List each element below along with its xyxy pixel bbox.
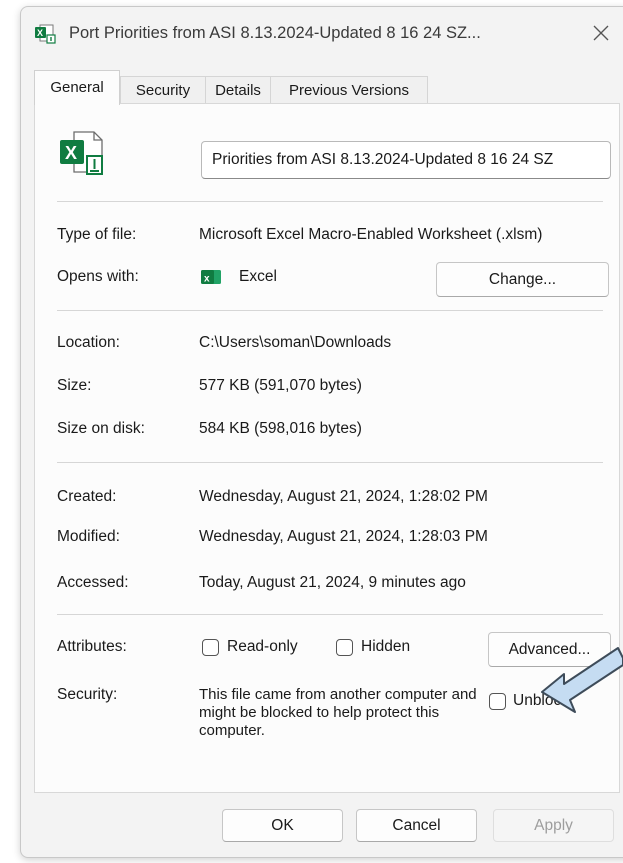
opens-with-label: Opens with: — [57, 268, 139, 285]
size-value: 577 KB (591,070 bytes) — [199, 377, 362, 394]
tab-details[interactable]: Details — [205, 76, 271, 104]
type-value: Microsoft Excel Macro-Enabled Worksheet … — [199, 226, 543, 243]
size-label: Size: — [57, 377, 92, 394]
created-label: Created: — [57, 488, 117, 505]
excel-file-icon: X — [35, 24, 56, 44]
excel-app-icon: x — [201, 270, 221, 285]
window-title: Port Priorities from ASI 8.13.2024-Updat… — [69, 24, 481, 42]
security-message: This file came from another computer and… — [199, 686, 477, 739]
pointer-arrow — [541, 647, 623, 713]
close-icon[interactable] — [588, 20, 614, 46]
size-on-disk-value: 584 KB (598,016 bytes) — [199, 420, 362, 437]
svg-text:x: x — [204, 274, 210, 285]
location-value: C:\Users\soman\Downloads — [199, 334, 392, 351]
divider — [57, 614, 603, 615]
accessed-value: Today, August 21, 2024, 9 minutes ago — [199, 574, 466, 591]
tab-previous-versions[interactable]: Previous Versions — [270, 76, 428, 104]
unblock-checkbox[interactable] — [489, 693, 506, 710]
excel-file-icon: X — [60, 131, 103, 175]
read-only-checkbox[interactable] — [202, 639, 219, 656]
title-bar[interactable]: X Port Priorities from ASI 8.13.2024-Upd… — [21, 7, 623, 59]
accessed-label: Accessed: — [57, 574, 129, 591]
divider — [57, 310, 603, 311]
svg-text:X: X — [37, 28, 43, 38]
ok-button[interactable]: OK — [222, 809, 343, 842]
divider — [57, 462, 603, 463]
properties-dialog: X Port Priorities from ASI 8.13.2024-Upd… — [20, 6, 623, 858]
change-button[interactable]: Change... — [436, 262, 609, 297]
created-value: Wednesday, August 21, 2024, 1:28:02 PM — [199, 488, 488, 505]
modified-label: Modified: — [57, 528, 120, 545]
tab-general[interactable]: General — [34, 70, 120, 105]
size-on-disk-label: Size on disk: — [57, 420, 145, 437]
cancel-button[interactable]: Cancel — [356, 809, 477, 842]
security-label: Security: — [57, 686, 118, 703]
svg-text:X: X — [65, 143, 77, 163]
read-only-label[interactable]: Read-only — [227, 638, 298, 656]
general-panel: X Priorities from ASI 8.13.2024-Updated … — [34, 103, 620, 793]
divider — [57, 201, 603, 202]
modified-value: Wednesday, August 21, 2024, 1:28:03 PM — [199, 528, 488, 545]
file-name-input[interactable]: Priorities from ASI 8.13.2024-Updated 8 … — [201, 141, 611, 179]
apply-button[interactable]: Apply — [493, 809, 614, 842]
tab-security[interactable]: Security — [120, 76, 206, 104]
opens-with-value: Excel — [239, 268, 277, 285]
hidden-checkbox[interactable] — [336, 639, 353, 656]
type-label: Type of file: — [57, 226, 137, 243]
attributes-label: Attributes: — [57, 638, 127, 655]
hidden-label[interactable]: Hidden — [361, 638, 410, 656]
location-label: Location: — [57, 334, 120, 351]
